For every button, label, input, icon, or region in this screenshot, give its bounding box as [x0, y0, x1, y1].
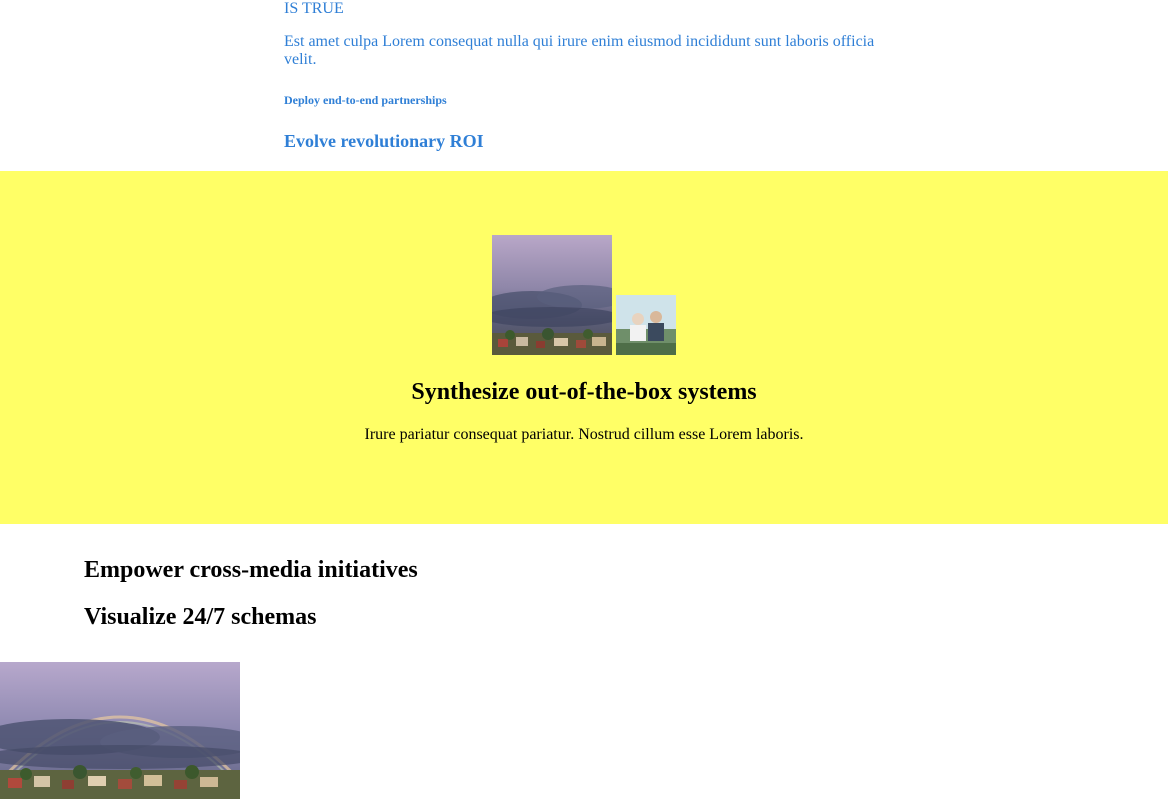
rainbow-town-photo [0, 662, 240, 799]
feature-images [492, 235, 682, 355]
people-outdoors-photo [616, 295, 676, 355]
truth-line: IS TRUE [284, 0, 344, 17]
feature-text: Irure pariatur consequat pariatur. Nostr… [364, 426, 804, 443]
subheading: Evolve revolutionary ROI [284, 131, 484, 151]
heading-visualize: Visualize 24/7 schemas [84, 604, 317, 630]
top-section: IS TRUE Est amet culpa Lorem consequat n… [0, 0, 1168, 171]
heading-empower: Empower cross-media initiatives [84, 557, 418, 583]
feature-band: Synthesize out-of-the-box systems Irure … [0, 171, 1168, 524]
feature-title: Synthesize out-of-the-box systems [411, 379, 757, 405]
cloudy-sky-photo [492, 235, 612, 355]
intro-paragraph: Est amet culpa Lorem consequat nulla qui… [284, 33, 875, 68]
small-heading: Deploy end-to-end partnerships [284, 93, 447, 107]
